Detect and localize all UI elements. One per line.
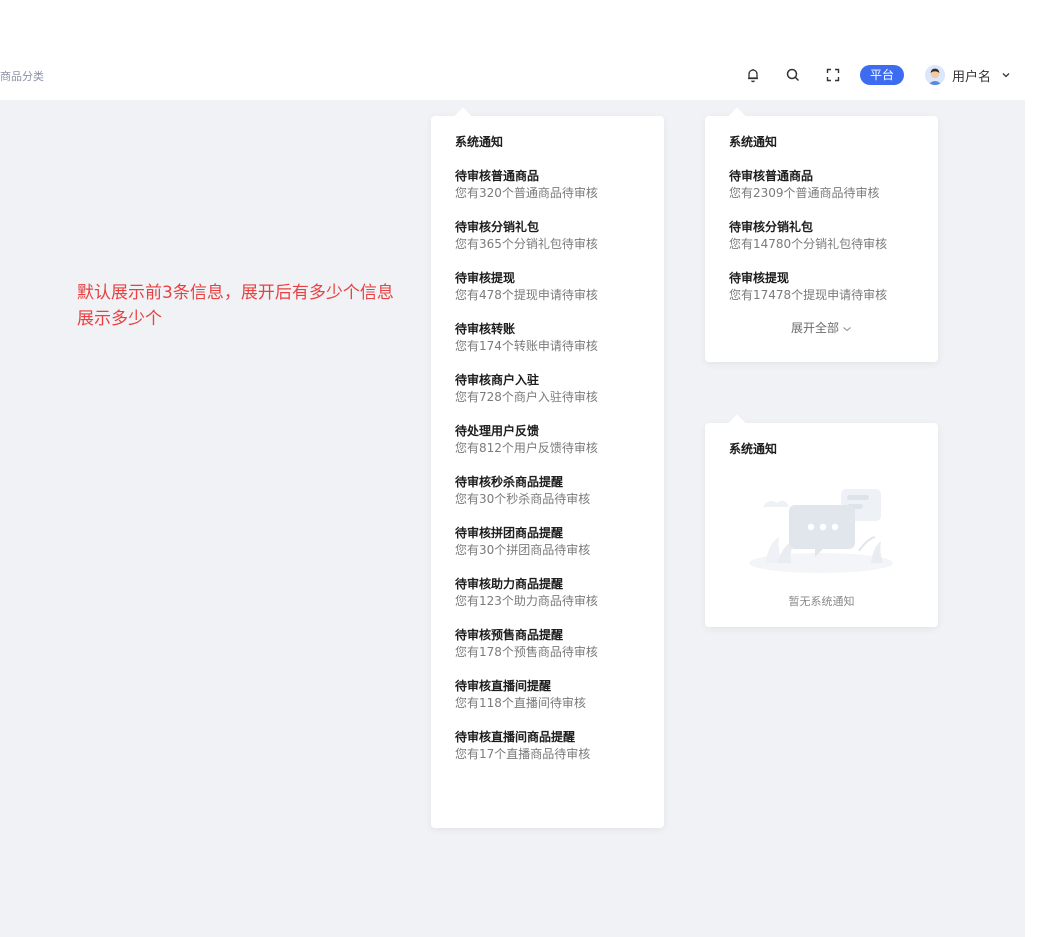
notification-item[interactable]: 待审核商户入驻您有728个商户入驻待审核 (455, 372, 640, 405)
notification-description: 您有118个直播间待审核 (455, 696, 586, 710)
notification-list: 待审核普通商品您有2309个普通商品待审核 待审核分销礼包您有14780个分销礼包… (729, 168, 914, 303)
expand-all-label: 展开全部 (790, 321, 839, 335)
notification-item[interactable]: 待处理用户反馈您有812个用户反馈待审核 (455, 423, 640, 456)
platform-badge[interactable]: 平台 (859, 65, 904, 85)
expand-all-button[interactable]: 展开全部 (729, 319, 914, 336)
notification-title: 待审核普通商品 (455, 169, 540, 183)
notification-panel-expanded: 系统通知 待审核普通商品您有320个普通商品待审核 待审核分销礼包您有365个分销… (431, 116, 664, 828)
notification-title: 待处理用户反馈 (455, 424, 540, 438)
panel-title: 系统通知 (729, 442, 778, 456)
notification-item[interactable]: 待审核普通商品您有320个普通商品待审核 (455, 168, 640, 201)
notification-title: 待审核提现 (729, 271, 790, 285)
empty-state-text: 暂无系统通知 (788, 595, 855, 608)
notification-title: 待审核分销礼包 (729, 220, 814, 234)
notification-title: 待审核秒杀商品提醒 (455, 475, 564, 489)
notification-description: 您有2309个普通商品待审核 (729, 186, 880, 200)
notification-title: 待审核直播间提醒 (455, 679, 552, 693)
user-name[interactable]: 用户名 (952, 66, 991, 85)
top-header: 商品分类 平台 用户名 (0, 50, 1025, 100)
chevron-down-icon[interactable] (1001, 70, 1011, 80)
notification-item[interactable]: 待审核分销礼包您有14780个分销礼包待审核 (729, 219, 914, 252)
bell-icon[interactable] (744, 66, 762, 84)
notification-item[interactable]: 待审核分销礼包您有365个分销礼包待审核 (455, 219, 640, 252)
notification-item[interactable]: 待审核转账您有174个转账申请待审核 (455, 321, 640, 354)
notification-title: 待审核分销礼包 (455, 220, 540, 234)
notification-title: 待审核提现 (455, 271, 516, 285)
notification-description: 您有320个普通商品待审核 (455, 186, 598, 200)
fullscreen-icon[interactable] (824, 66, 842, 84)
notification-title: 待审核普通商品 (729, 169, 814, 183)
notification-description: 您有14780个分销礼包待审核 (729, 237, 888, 251)
notification-title: 待审核商户入驻 (455, 373, 540, 387)
notification-item[interactable]: 待审核直播间商品提醒您有17个直播商品待审核 (455, 729, 640, 762)
notification-description: 您有174个转账申请待审核 (455, 339, 598, 353)
notification-list: 待审核普通商品您有320个普通商品待审核 待审核分销礼包您有365个分销礼包待审核… (455, 168, 640, 762)
breadcrumb[interactable]: 商品分类 (0, 68, 44, 84)
notification-item[interactable]: 待审核提现您有17478个提现申请待审核 (729, 270, 914, 303)
notification-title: 待审核转账 (455, 322, 516, 336)
notification-title: 待审核直播间商品提醒 (455, 730, 576, 744)
notification-description: 您有812个用户反馈待审核 (455, 441, 598, 455)
design-annotation: 默认展示前3条信息，展开后有多少个信息展示多少个 (77, 283, 394, 329)
panel-title: 系统通知 (729, 135, 778, 149)
notification-item[interactable]: 待审核提现您有478个提现申请待审核 (455, 270, 640, 303)
page: 商品分类 平台 用户名 默认展示前3条信息，展开后有多少个信息展示多少个 系统通… (0, 0, 1054, 937)
notification-title: 待审核预售商品提醒 (455, 628, 564, 642)
avatar[interactable] (924, 65, 945, 85)
notification-item[interactable]: 待审核助力商品提醒您有123个助力商品待审核 (455, 576, 640, 609)
chevron-down-icon (843, 326, 851, 331)
notification-panel-empty: 系统通知 暂无系统通知 (705, 423, 938, 627)
notification-description: 您有478个提现申请待审核 (455, 288, 598, 302)
notification-title: 待审核助力商品提醒 (455, 577, 564, 591)
header-actions: 平台 用户名 (744, 63, 1025, 87)
notification-panel-collapsed: 系统通知 待审核普通商品您有2309个普通商品待审核 待审核分销礼包您有14780… (705, 116, 938, 362)
notification-item[interactable]: 待审核秒杀商品提醒您有30个秒杀商品待审核 (455, 474, 640, 507)
search-icon[interactable] (784, 66, 802, 84)
notification-description: 您有728个商户入驻待审核 (455, 390, 598, 404)
notification-description: 您有17个直播商品待审核 (455, 747, 591, 761)
notification-title: 待审核拼团商品提醒 (455, 526, 564, 540)
notification-item[interactable]: 待审核预售商品提醒您有178个预售商品待审核 (455, 627, 640, 660)
notification-description: 您有17478个提现申请待审核 (729, 288, 888, 302)
notification-item[interactable]: 待审核直播间提醒您有118个直播间待审核 (455, 678, 640, 711)
notification-description: 您有365个分销礼包待审核 (455, 237, 598, 251)
notification-item[interactable]: 待审核拼团商品提醒您有30个拼团商品待审核 (455, 525, 640, 558)
notification-description: 您有178个预售商品待审核 (455, 645, 598, 659)
notification-description: 您有30个拼团商品待审核 (455, 543, 591, 557)
notification-description: 您有123个助力商品待审核 (455, 594, 598, 608)
notification-item[interactable]: 待审核普通商品您有2309个普通商品待审核 (729, 168, 914, 201)
empty-message-illustration (749, 489, 893, 573)
notification-description: 您有30个秒杀商品待审核 (455, 492, 591, 506)
panel-title: 系统通知 (455, 135, 504, 149)
